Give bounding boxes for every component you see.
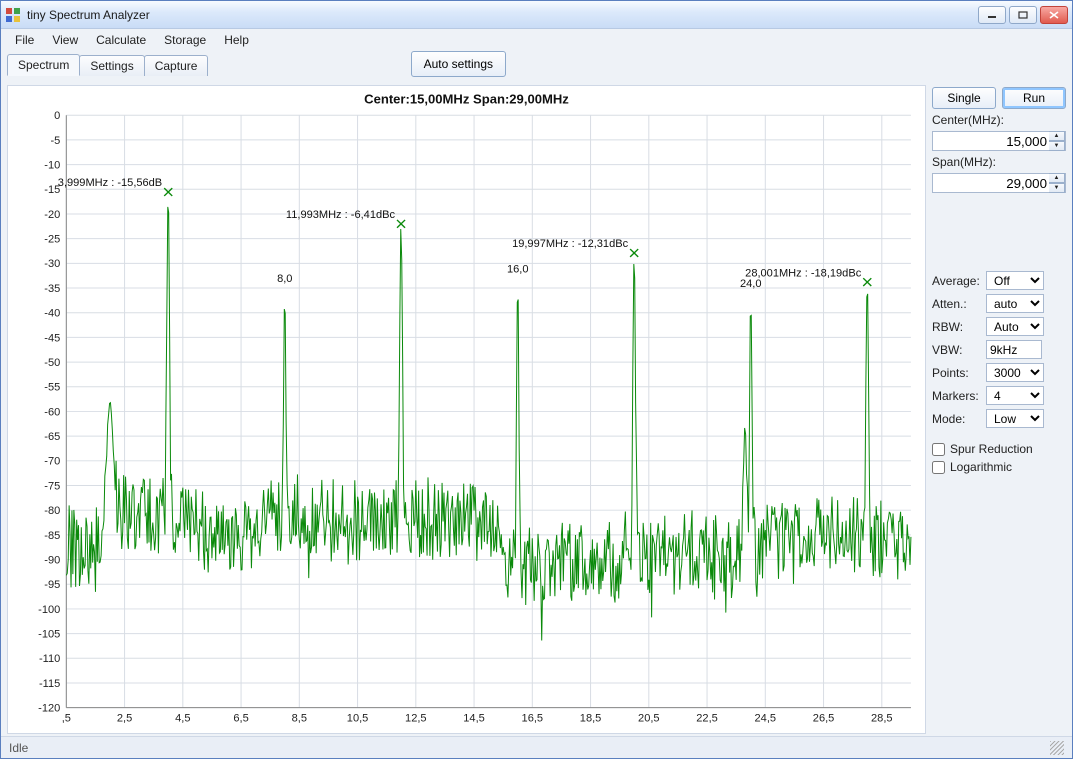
svg-text:-45: -45 xyxy=(44,332,60,344)
svg-text:28,5: 28,5 xyxy=(871,712,893,724)
run-button[interactable]: Run xyxy=(1002,87,1066,109)
span-label: Span(MHz): xyxy=(932,155,1066,169)
span-up[interactable]: ▲ xyxy=(1049,173,1065,183)
svg-text:10,5: 10,5 xyxy=(347,712,369,724)
close-button[interactable] xyxy=(1040,6,1068,24)
spectrum-plot[interactable]: Center:15,00MHz Span:29,00MHz0-5-10-15-2… xyxy=(7,85,926,734)
rbw-label: RBW: xyxy=(932,320,982,334)
log-checkbox[interactable] xyxy=(932,461,945,474)
svg-text:24,5: 24,5 xyxy=(755,712,777,724)
auto-settings-button[interactable]: Auto settings xyxy=(411,51,506,77)
svg-text:12,5: 12,5 xyxy=(405,712,427,724)
points-select[interactable]: 3000 xyxy=(986,363,1044,382)
svg-text:-50: -50 xyxy=(44,357,60,369)
markers-select[interactable]: 4 xyxy=(986,386,1044,405)
center-label: Center(MHz): xyxy=(932,113,1066,127)
svg-text:-55: -55 xyxy=(44,382,60,394)
span-down[interactable]: ▼ xyxy=(1049,183,1065,193)
svg-text:24,0: 24,0 xyxy=(740,278,762,290)
svg-text:-10: -10 xyxy=(44,160,60,172)
tab-spectrum[interactable]: Spectrum xyxy=(7,54,80,76)
svg-text:-5: -5 xyxy=(50,135,60,147)
atten-select[interactable]: auto xyxy=(986,294,1044,313)
tab-capture[interactable]: Capture xyxy=(144,55,209,76)
resize-grip-icon[interactable] xyxy=(1050,741,1064,755)
mode-select[interactable]: Low xyxy=(986,409,1044,428)
average-label: Average: xyxy=(932,274,982,288)
tabstrip: Spectrum Settings Capture xyxy=(7,52,207,76)
menu-calculate[interactable]: Calculate xyxy=(88,31,154,49)
svg-text:6,5: 6,5 xyxy=(233,712,248,724)
side-panel: Single Run Center(MHz): ▲▼ Span(MHz): ▲▼… xyxy=(932,85,1066,734)
svg-text:-100: -100 xyxy=(38,604,60,616)
single-button[interactable]: Single xyxy=(932,87,996,109)
svg-text:16,5: 16,5 xyxy=(522,712,544,724)
statusbar: Idle xyxy=(1,736,1072,758)
center-input[interactable] xyxy=(932,131,1066,151)
menu-help[interactable]: Help xyxy=(216,31,257,49)
minimize-button[interactable] xyxy=(978,6,1006,24)
average-select[interactable]: Off xyxy=(986,271,1044,290)
atten-label: Atten.: xyxy=(932,297,982,311)
svg-text:28,001MHz : -18,19dBc: 28,001MHz : -18,19dBc xyxy=(745,267,862,279)
svg-text:-25: -25 xyxy=(44,234,60,246)
maximize-button[interactable] xyxy=(1009,6,1037,24)
span-input[interactable] xyxy=(932,173,1066,193)
svg-text:-115: -115 xyxy=(39,678,60,690)
spur-checkbox-row[interactable]: Spur Reduction xyxy=(932,442,1066,456)
vbw-label: VBW: xyxy=(932,343,982,357)
svg-text:2,5: 2,5 xyxy=(117,712,132,724)
log-checkbox-row[interactable]: Logarithmic xyxy=(932,460,1066,474)
spur-checkbox[interactable] xyxy=(932,443,945,456)
center-down[interactable]: ▼ xyxy=(1049,141,1065,151)
svg-text:14,5: 14,5 xyxy=(463,712,485,724)
svg-text:-90: -90 xyxy=(44,555,60,567)
titlebar[interactable]: tiny Spectrum Analyzer xyxy=(1,1,1072,29)
svg-text:8,5: 8,5 xyxy=(292,712,307,724)
svg-text:8,0: 8,0 xyxy=(277,273,292,285)
svg-text:-70: -70 xyxy=(44,456,60,468)
svg-text:3,999MHz : -15,56dB: 3,999MHz : -15,56dB xyxy=(58,177,162,189)
svg-text:20,5: 20,5 xyxy=(638,712,660,724)
window-title: tiny Spectrum Analyzer xyxy=(27,8,978,22)
svg-text:,5: ,5 xyxy=(62,712,71,724)
center-up[interactable]: ▲ xyxy=(1049,131,1065,141)
vbw-input[interactable] xyxy=(986,340,1042,359)
svg-text:0: 0 xyxy=(54,110,60,122)
svg-text:-20: -20 xyxy=(44,209,60,221)
menu-view[interactable]: View xyxy=(44,31,86,49)
svg-text:16,0: 16,0 xyxy=(507,263,529,275)
svg-text:18,5: 18,5 xyxy=(580,712,602,724)
rbw-select[interactable]: Auto xyxy=(986,317,1044,336)
svg-text:11,993MHz : -6,41dBc: 11,993MHz : -6,41dBc xyxy=(286,209,396,221)
svg-text:-95: -95 xyxy=(44,579,60,591)
svg-text:-110: -110 xyxy=(39,653,60,665)
svg-text:-40: -40 xyxy=(44,308,60,320)
svg-text:-60: -60 xyxy=(44,406,60,418)
app-icon xyxy=(5,7,21,23)
svg-text:Center:15,00MHz Span:29,00MHz: Center:15,00MHz Span:29,00MHz xyxy=(364,92,569,107)
svg-text:26,5: 26,5 xyxy=(813,712,835,724)
svg-text:22,5: 22,5 xyxy=(696,712,718,724)
svg-text:-80: -80 xyxy=(44,505,60,517)
app-window: tiny Spectrum Analyzer File View Calcula… xyxy=(0,0,1073,759)
svg-text:-85: -85 xyxy=(44,530,60,542)
svg-text:19,997MHz : -12,31dBc: 19,997MHz : -12,31dBc xyxy=(512,238,629,250)
svg-text:-30: -30 xyxy=(44,258,60,270)
svg-text:4,5: 4,5 xyxy=(175,712,190,724)
svg-text:-65: -65 xyxy=(44,431,60,443)
status-text: Idle xyxy=(9,741,28,755)
svg-text:-35: -35 xyxy=(44,283,60,295)
tab-settings[interactable]: Settings xyxy=(79,55,144,76)
svg-text:-105: -105 xyxy=(38,629,60,641)
markers-label: Markers: xyxy=(932,389,982,403)
menubar: File View Calculate Storage Help xyxy=(1,29,1072,51)
menu-file[interactable]: File xyxy=(7,31,42,49)
svg-text:-75: -75 xyxy=(44,481,60,493)
mode-label: Mode: xyxy=(932,412,982,426)
svg-text:-120: -120 xyxy=(38,703,60,715)
points-label: Points: xyxy=(932,366,982,380)
menu-storage[interactable]: Storage xyxy=(156,31,214,49)
